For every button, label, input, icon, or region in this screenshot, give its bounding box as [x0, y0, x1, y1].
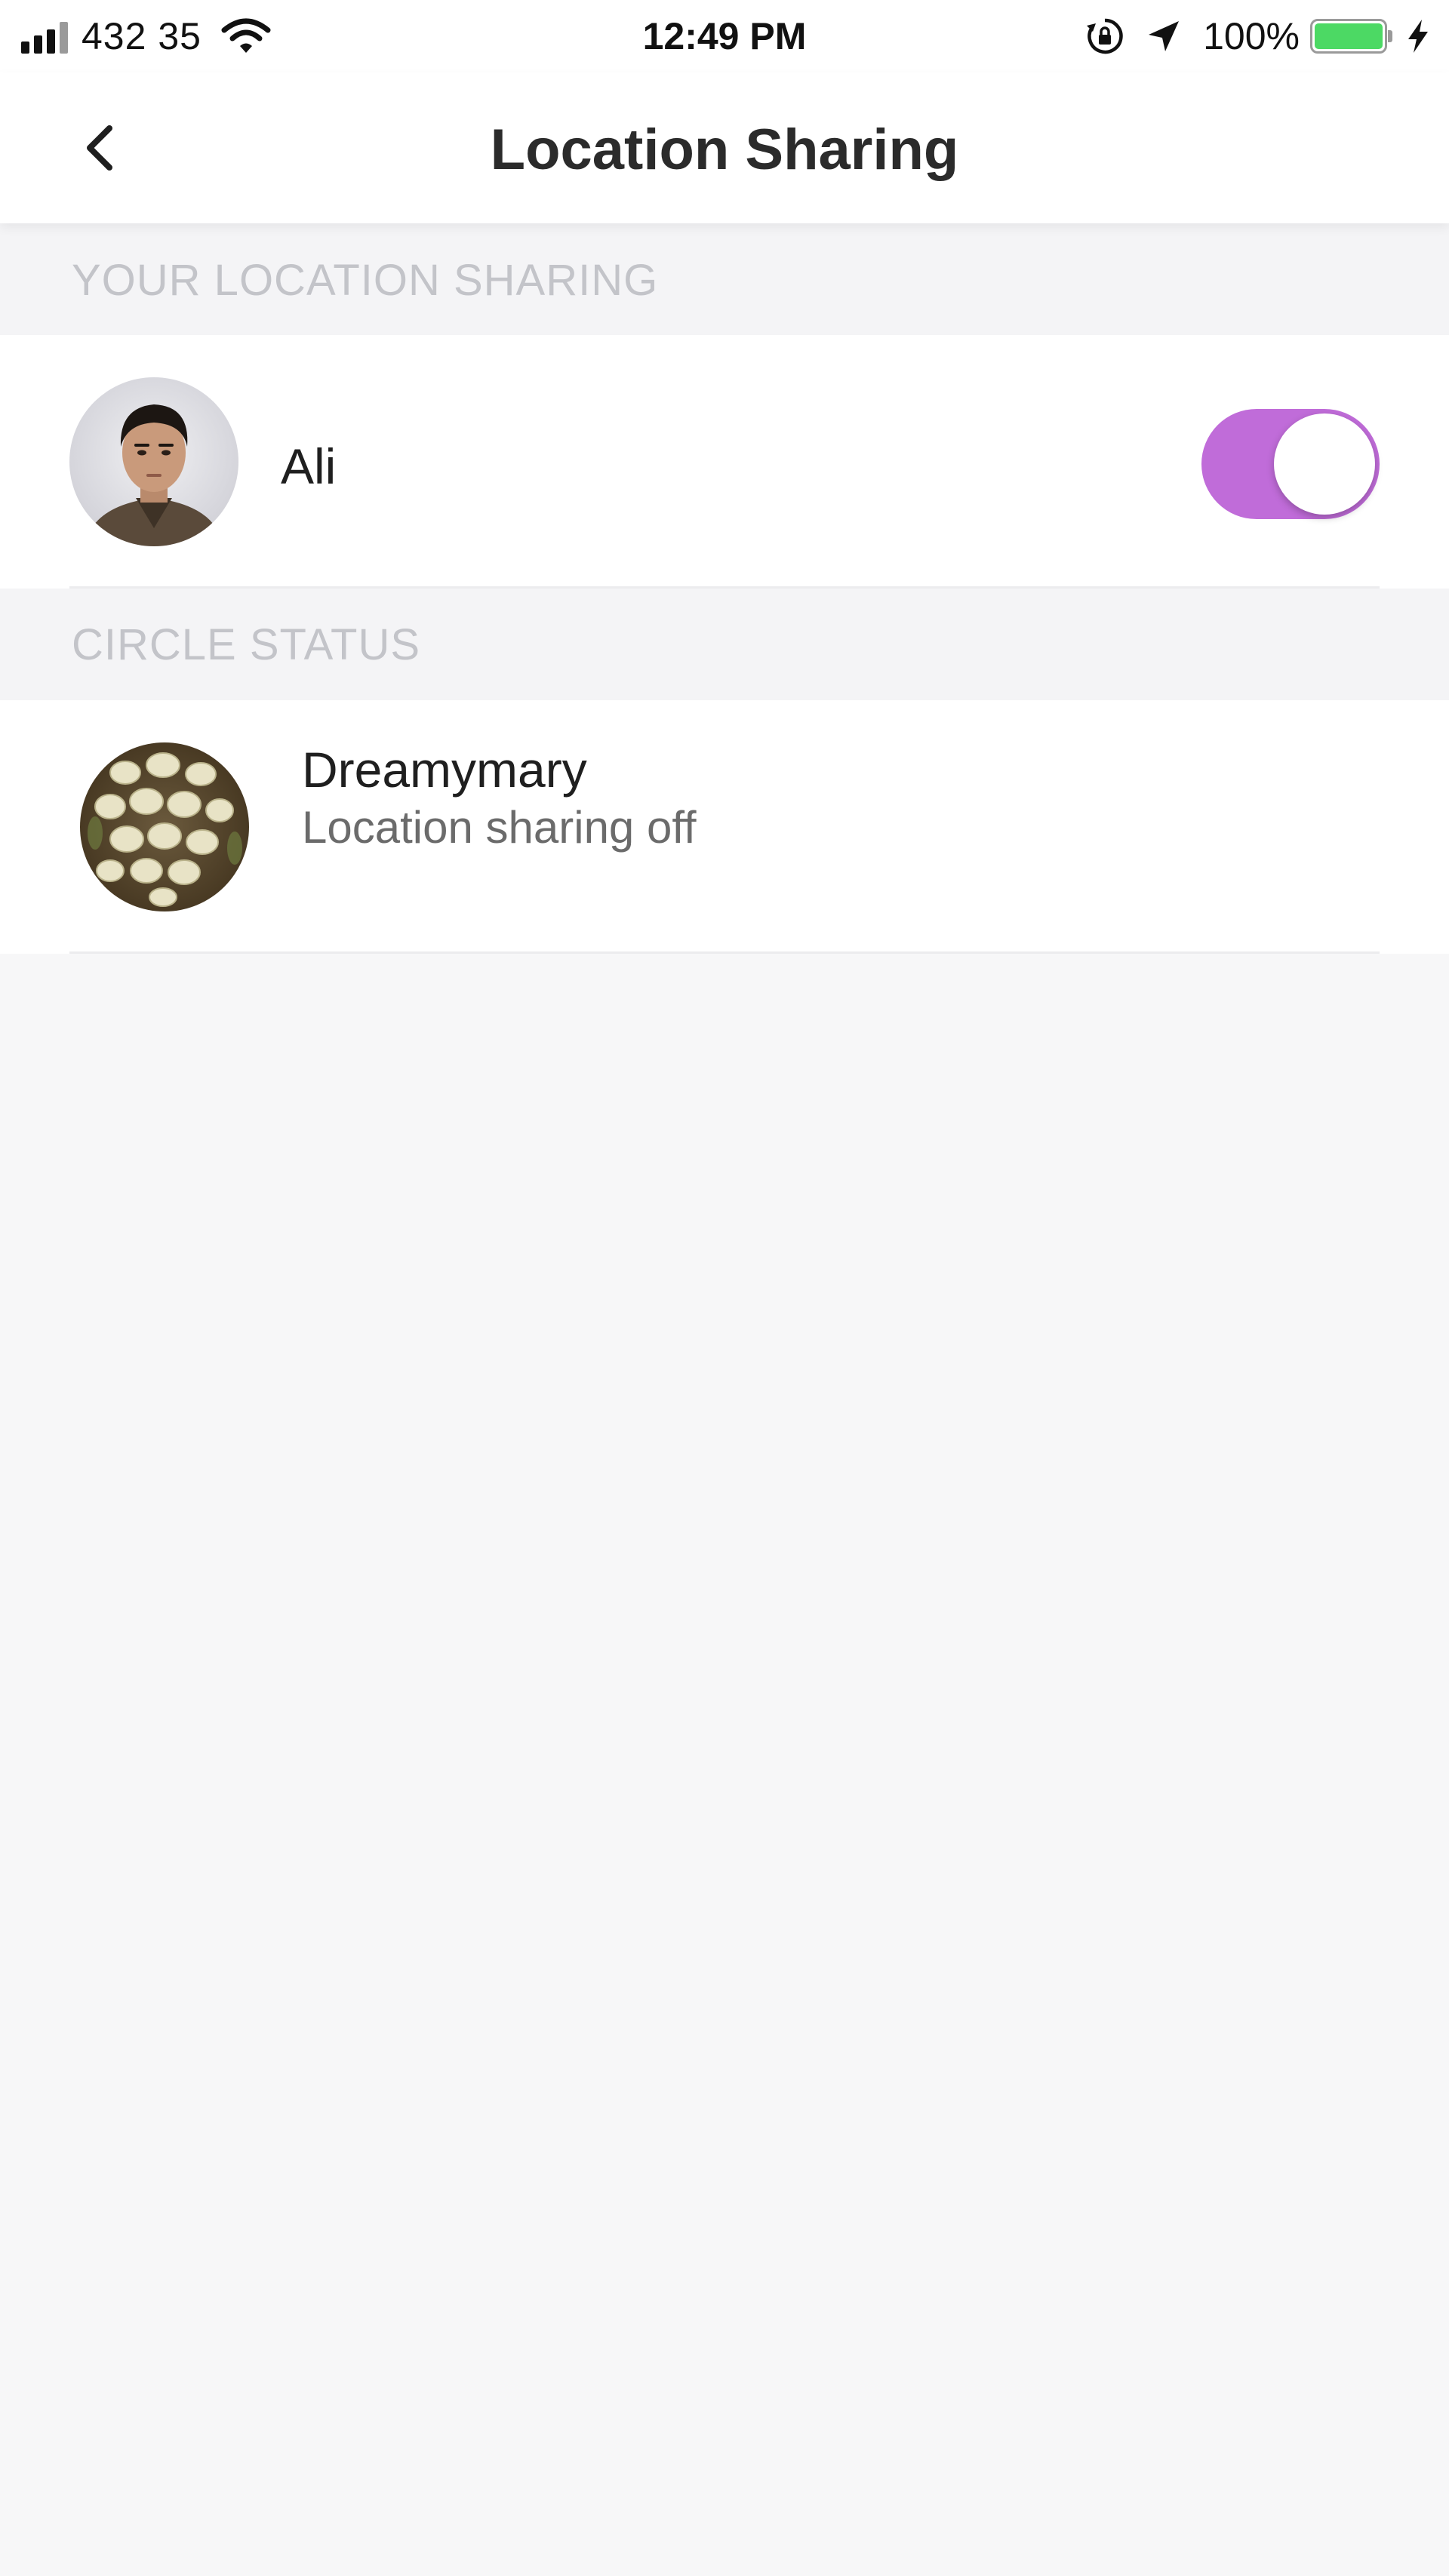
member-photo	[88, 752, 242, 907]
orientation-lock-icon	[1087, 18, 1123, 54]
avatar	[69, 377, 238, 546]
page-title: Location Sharing	[490, 118, 959, 182]
member-name: Dreamymary	[302, 742, 587, 798]
battery-percent: 100%	[1203, 15, 1300, 57]
battery-icon	[1310, 19, 1392, 54]
section-header-your-location-sharing: YOUR LOCATION SHARING	[0, 223, 1449, 335]
member-sharing-status: Location sharing off	[302, 802, 697, 853]
user-photo	[85, 404, 223, 546]
battery-fill	[1315, 23, 1383, 49]
user-name: Ali	[281, 438, 337, 494]
charging-bolt-icon	[1408, 20, 1428, 53]
own-location-row: Ali	[0, 335, 1449, 589]
location-sharing-toggle[interactable]	[1201, 409, 1380, 519]
avatar	[80, 742, 249, 911]
circle-member-row[interactable]: Dreamymary Location sharing off	[0, 700, 1449, 954]
toggle-knob	[1274, 413, 1375, 515]
row-divider	[69, 951, 1380, 954]
status-bar: 432 35 12:49 PM 100%	[0, 0, 1449, 72]
navigation-bar: Location Sharing	[0, 72, 1449, 223]
location-arrow-icon	[1149, 21, 1180, 51]
section-header-circle-status: CIRCLE STATUS	[0, 589, 1449, 700]
status-right: 100%	[1085, 12, 1431, 60]
